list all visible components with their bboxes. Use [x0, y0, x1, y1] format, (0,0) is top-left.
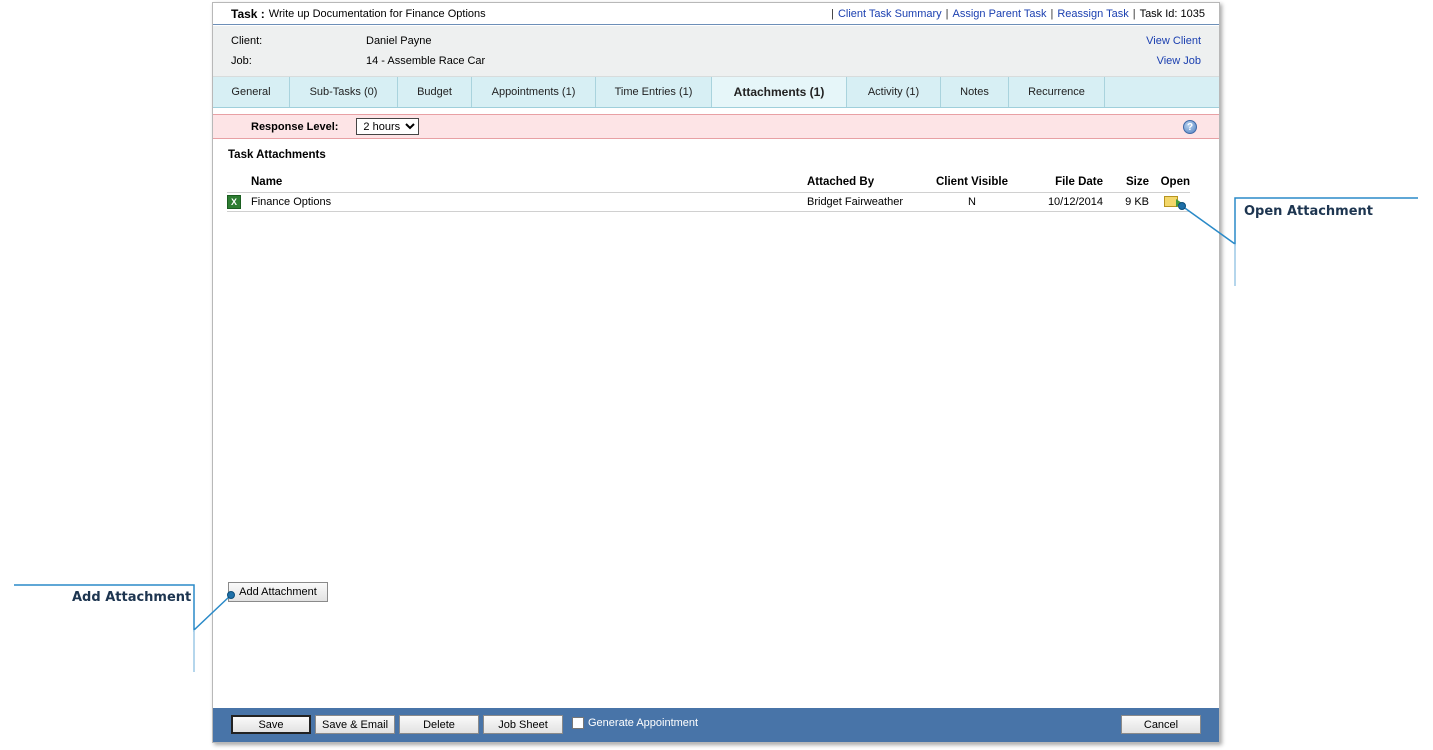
add-callout-dot [227, 591, 235, 599]
add-attachment-callout: Add Attachment [72, 590, 192, 605]
callout-lines [14, 197, 1418, 672]
open-callout-dot [1178, 202, 1186, 210]
open-attachment-callout: Open Attachment [1244, 204, 1374, 219]
